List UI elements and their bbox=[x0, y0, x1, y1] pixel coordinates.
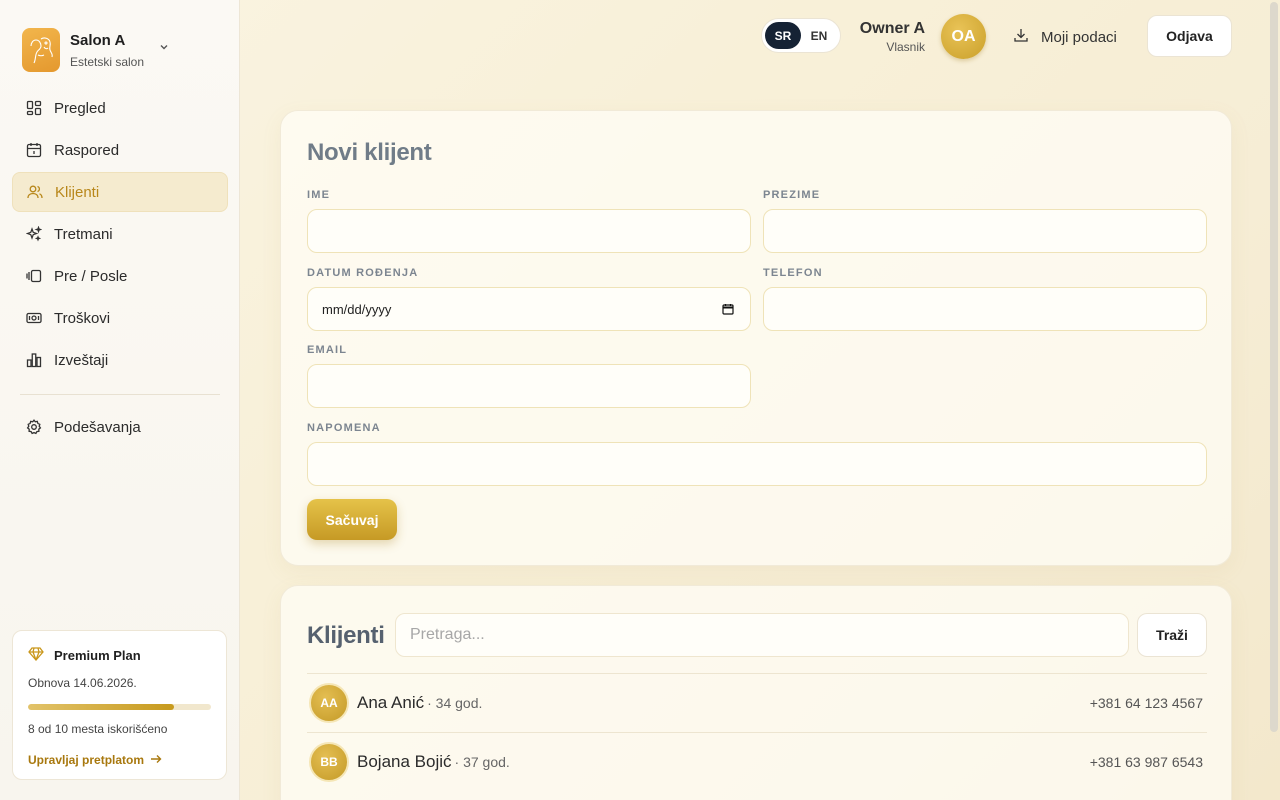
client-name: Bojana Bojić bbox=[357, 752, 452, 771]
client-phone: +381 64 123 4567 bbox=[1089, 695, 1203, 711]
avatar[interactable]: OA bbox=[941, 14, 986, 59]
sidebar: Salon A Estetski salon Pregled Raspored … bbox=[0, 0, 240, 800]
subscription-card: Premium Plan Obnova 14.06.2026. 8 od 10 … bbox=[12, 630, 227, 780]
save-button[interactable]: Sačuvaj bbox=[307, 499, 397, 540]
user-role: Vlasnik bbox=[886, 40, 925, 54]
form-title: Novi klijent bbox=[307, 139, 432, 166]
calendar-icon bbox=[26, 142, 42, 158]
sidebar-item-label: Pregled bbox=[54, 99, 106, 117]
export-data-label: Moji podaci bbox=[1041, 28, 1117, 46]
client-age: · 34 god. bbox=[427, 695, 483, 711]
plan-usage-fill bbox=[28, 704, 175, 710]
chevron-down-icon[interactable] bbox=[158, 40, 170, 58]
language-switcher: SR EN bbox=[761, 18, 841, 53]
phone-label: TELEFON bbox=[763, 267, 823, 279]
phone-field[interactable] bbox=[763, 287, 1207, 331]
logout-button[interactable]: Odjava bbox=[1147, 15, 1232, 57]
manage-subscription-label: Upravljaj pretplatom bbox=[28, 752, 145, 767]
export-data-button[interactable]: Moji podaci bbox=[1013, 26, 1117, 48]
table-row[interactable]: AA Ana Anić · 34 god. +381 64 123 4567 bbox=[307, 674, 1207, 732]
search-button[interactable]: Traži bbox=[1137, 613, 1207, 657]
clients-card: Klijenti Pretraga... Traži AA Ana Anić ·… bbox=[280, 585, 1232, 800]
client-phone: +381 63 987 6543 bbox=[1089, 754, 1203, 770]
sidebar-item-klijenti[interactable]: Klijenti bbox=[12, 172, 228, 212]
search-placeholder: Pretraga... bbox=[410, 626, 485, 643]
sidebar-item-tretmani[interactable]: Tretmani bbox=[12, 214, 228, 254]
sidebar-item-label: Troškovi bbox=[54, 309, 111, 327]
sidebar-item-raspored[interactable]: Raspored bbox=[12, 130, 228, 170]
calendar-picker-icon[interactable] bbox=[722, 303, 734, 318]
sidebar-item-label: Podešavanja bbox=[54, 418, 141, 436]
table-row[interactable]: BB Bojana Bojić · 37 god. +381 63 987 65… bbox=[307, 733, 1207, 791]
sidebar-item-podesavanja[interactable]: Podešavanja bbox=[12, 407, 228, 447]
sidebar-item-pregled[interactable]: Pregled bbox=[12, 88, 228, 128]
birthdate-placeholder: mm/dd/yyyy bbox=[322, 301, 392, 317]
before-after-icon bbox=[26, 268, 42, 284]
salon-name: Salon A bbox=[70, 31, 126, 49]
client-name: Ana Anić bbox=[357, 693, 425, 712]
users-icon bbox=[27, 184, 43, 200]
plan-usage-bar bbox=[28, 704, 211, 710]
brand-switcher[interactable]: Salon A Estetski salon bbox=[22, 28, 222, 72]
last-name-field[interactable] bbox=[763, 209, 1207, 253]
user-name: Owner A bbox=[859, 20, 925, 37]
note-field[interactable] bbox=[307, 442, 1207, 486]
sidebar-item-label: Raspored bbox=[54, 141, 120, 159]
clients-title: Klijenti bbox=[307, 622, 385, 649]
plan-title: Premium Plan bbox=[54, 648, 141, 663]
sidebar-item-izvestaji[interactable]: Izveštaji bbox=[12, 340, 228, 380]
sidebar-nav: Pregled Raspored Klijenti Tretmani Pre /… bbox=[12, 88, 228, 382]
sidebar-item-label: Klijenti bbox=[55, 183, 100, 201]
sidebar-item-troskovi[interactable]: Troškovi bbox=[12, 298, 228, 338]
salon-logo-icon bbox=[22, 28, 60, 72]
salon-type: Estetski salon bbox=[70, 54, 145, 69]
birthdate-field[interactable]: mm/dd/yyyy bbox=[307, 287, 751, 331]
email-label: EMAIL bbox=[307, 344, 348, 356]
lang-sr-button[interactable]: SR bbox=[765, 22, 801, 49]
gear-icon bbox=[26, 419, 42, 435]
page-scrollbar[interactable] bbox=[1270, 2, 1278, 732]
birthdate-label: DATUM ROĐENJA bbox=[307, 267, 419, 279]
client-avatar: BB bbox=[309, 742, 349, 782]
sidebar-divider bbox=[20, 394, 220, 395]
new-client-card: Novi klijent IME PREZIME DATUM ROĐENJA m… bbox=[280, 110, 1232, 566]
plan-renewal-date: Obnova 14.06.2026. bbox=[28, 676, 137, 690]
first-name-label: IME bbox=[307, 189, 331, 201]
sidebar-item-label: Tretmani bbox=[54, 225, 113, 243]
search-input[interactable]: Pretraga... bbox=[395, 613, 1129, 657]
sidebar-item-label: Izveštaji bbox=[54, 351, 109, 369]
dashboard-icon bbox=[26, 100, 42, 116]
download-icon bbox=[1013, 27, 1029, 47]
plan-usage-text: 8 od 10 mesta iskorišćeno bbox=[28, 722, 168, 736]
cash-icon bbox=[26, 310, 42, 326]
sidebar-item-label: Pre / Posle bbox=[54, 267, 128, 285]
arrow-right-icon bbox=[150, 752, 162, 767]
note-label: NAPOMENA bbox=[307, 422, 381, 434]
client-avatar: AA bbox=[309, 683, 349, 723]
manage-subscription-link[interactable]: Upravljaj pretplatom bbox=[28, 752, 211, 767]
lang-en-button[interactable]: EN bbox=[801, 22, 837, 49]
bar-chart-icon bbox=[26, 352, 42, 368]
email-field[interactable] bbox=[307, 364, 751, 408]
last-name-label: PREZIME bbox=[763, 189, 821, 201]
diamond-icon bbox=[28, 647, 44, 664]
sidebar-item-pre-posle[interactable]: Pre / Posle bbox=[12, 256, 228, 296]
sparkles-icon bbox=[26, 226, 42, 242]
user-info: Owner A Vlasnik bbox=[850, 20, 925, 54]
client-age: · 37 god. bbox=[454, 754, 510, 770]
first-name-field[interactable] bbox=[307, 209, 751, 253]
